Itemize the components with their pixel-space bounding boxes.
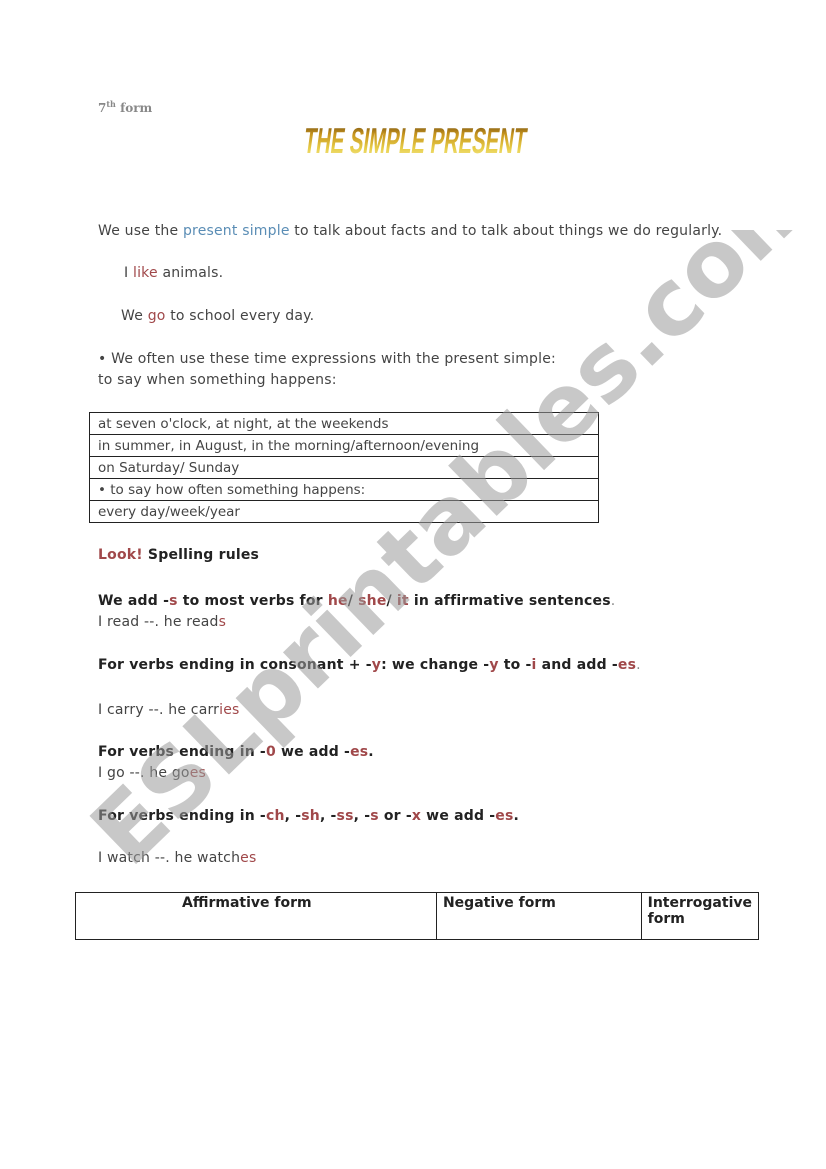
- rule-text: We add -: [98, 593, 170, 609]
- table-cell: • to say how often something happens:: [89, 478, 599, 501]
- page-title-text: THE SIMPLE PRESENT: [302, 120, 528, 161]
- table-row: on Saturday/ Sunday: [89, 456, 599, 479]
- example-text: I read --. he read: [98, 614, 219, 630]
- rule-pronoun: he: [327, 593, 348, 609]
- table-cell: on Saturday/ Sunday: [89, 456, 599, 479]
- page-title: THE SIMPLE PRESENT: [302, 115, 530, 161]
- table-cell: every day/week/year: [89, 500, 599, 523]
- rule-suffix: s: [169, 593, 178, 609]
- form-sup: th: [106, 99, 116, 109]
- rule-text: For verbs ending in -: [98, 744, 266, 760]
- rule-text: For verbs ending in -: [98, 808, 266, 824]
- rule-suffix: es: [350, 744, 369, 760]
- table-cell: in summer, in August, in the morning/aft…: [89, 434, 599, 457]
- rule-text: , -: [319, 808, 337, 824]
- time-expressions-subtitle: to say when something happens:: [98, 372, 337, 388]
- table-cell: at seven o'clock, at night, at the weeke…: [89, 412, 599, 435]
- table-row: • to say how often something happens:: [89, 478, 599, 501]
- negative-form-header: Negative form: [435, 892, 642, 940]
- rule-text: to most verbs for: [177, 593, 328, 609]
- rule-text: to -: [498, 657, 532, 673]
- spelling-heading-text: Spelling rules: [142, 547, 260, 563]
- intro-text-end: to talk about facts and to talk about th…: [289, 223, 723, 239]
- intro-text: We use the: [98, 223, 183, 239]
- example-text: I watch --. he watch: [98, 850, 241, 866]
- intro-sentence: We use the present simple to talk about …: [98, 223, 722, 239]
- spelling-rule: For verbs ending in -ch, -sh, -ss, -s or…: [98, 808, 519, 824]
- rule-suffix: x: [411, 808, 422, 824]
- rule-text: , -: [284, 808, 302, 824]
- rule-text: For verbs ending in consonant + -: [98, 657, 372, 673]
- spelling-example: I watch --. he watches: [98, 850, 256, 866]
- example-suffix: es: [240, 850, 257, 866]
- example-post: to school every day.: [165, 308, 315, 324]
- watermark: ESLprintables.com: [60, 138, 826, 930]
- rule-text: /: [347, 593, 359, 609]
- forms-table: Affirmative form Negative form Interroga…: [75, 892, 760, 940]
- rule-text: we add -: [421, 808, 496, 824]
- rule-text: and add -: [536, 657, 618, 673]
- example-sentence: We go to school every day.: [121, 308, 314, 324]
- spelling-example: I go --. he goes: [98, 765, 206, 781]
- spelling-rule: For verbs ending in consonant + -y: we c…: [98, 657, 641, 673]
- affirmative-form-header: Affirmative form: [75, 892, 437, 940]
- rule-text: .: [636, 657, 641, 673]
- form-word: form: [120, 101, 153, 115]
- example-suffix: ies: [219, 702, 240, 718]
- rule-suffix: sh: [301, 808, 320, 824]
- rule-text: .: [368, 744, 374, 760]
- rule-suffix: ch: [265, 808, 285, 824]
- rule-text: .: [513, 808, 520, 824]
- spelling-rule: We add -s to most verbs for he/ she/ it …: [98, 593, 615, 609]
- interrogative-form-header: Interrogative form: [640, 892, 760, 940]
- rule-suffix: y: [371, 657, 382, 673]
- time-expressions-table: at seven o'clock, at night, at the weeke…: [89, 412, 599, 523]
- example-text: I go --. he go: [98, 765, 190, 781]
- table-row: in summer, in August, in the morning/aft…: [89, 434, 599, 457]
- rule-text: .: [610, 593, 616, 609]
- table-row: at seven o'clock, at night, at the weeke…: [89, 412, 599, 435]
- form-label: 7th form: [98, 99, 152, 115]
- example-text: I carry --. he carr: [98, 702, 220, 718]
- spelling-heading: Look! Spelling rules: [98, 547, 259, 563]
- example-sentence: I like animals.: [124, 265, 223, 281]
- rule-text: in affirmative sentences: [408, 593, 611, 609]
- rule-pronoun: it: [396, 593, 409, 609]
- spelling-example: I read --. he reads: [98, 614, 226, 630]
- look-label: Look!: [98, 547, 143, 563]
- rule-suffix: es: [617, 657, 637, 673]
- table-row: every day/week/year: [89, 500, 599, 523]
- rule-text: : we change -: [381, 657, 490, 673]
- table-row: Affirmative form Negative form Interroga…: [75, 892, 760, 940]
- example-verb: like: [132, 265, 158, 281]
- spelling-rule: For verbs ending in -0 we add -es.: [98, 744, 374, 760]
- rule-text: we add -: [275, 744, 351, 760]
- rule-text: , -: [353, 808, 371, 824]
- example-suffix: es: [189, 765, 206, 781]
- example-verb: go: [147, 308, 166, 324]
- time-expressions-intro: • We often use these time expressions wi…: [98, 351, 556, 367]
- example-pre: I: [124, 265, 133, 281]
- intro-highlight: present simple: [182, 223, 290, 239]
- example-post: animals.: [157, 265, 224, 281]
- example-suffix: s: [218, 614, 227, 630]
- example-pre: We: [121, 308, 148, 324]
- rule-pronoun: she: [358, 593, 387, 609]
- rule-suffix: ss: [336, 808, 354, 824]
- rule-suffix: 0: [265, 744, 276, 760]
- rule-suffix: s: [370, 808, 379, 824]
- rule-suffix: es: [495, 808, 514, 824]
- rule-suffix: y: [489, 657, 499, 673]
- rule-text: /: [386, 593, 397, 609]
- spelling-example: I carry --. he carries: [98, 702, 240, 718]
- rule-text: or -: [378, 808, 412, 824]
